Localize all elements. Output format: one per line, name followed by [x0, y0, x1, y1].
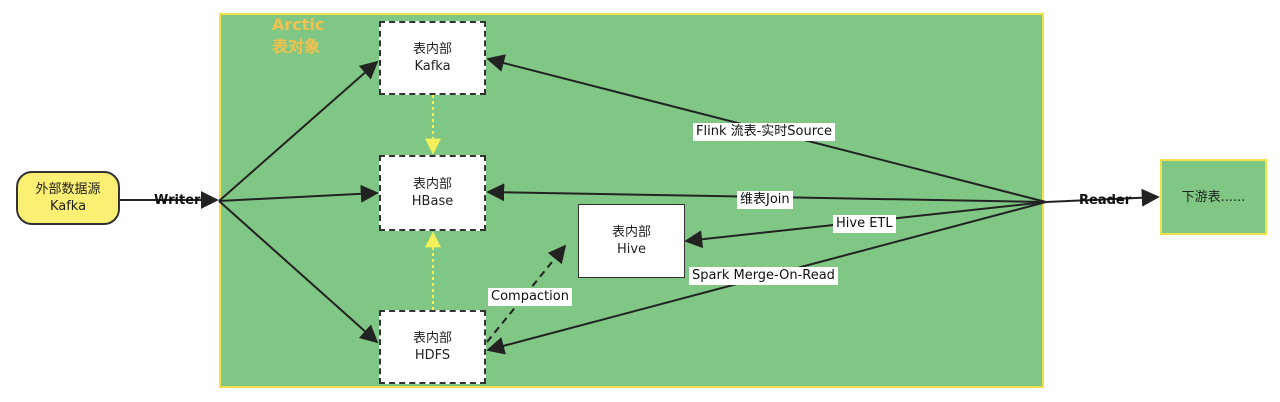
label-reader: Reader [1079, 193, 1132, 208]
node-hbase: 表内部 HBase [379, 155, 486, 231]
label-dim-join: 维表Join [737, 191, 793, 209]
node-kafka-line1: 表内部 [412, 42, 452, 57]
label-compaction: Compaction [488, 288, 572, 306]
label-flink-stream: Flink 流表-实时Source [693, 123, 835, 141]
node-kafka-line2: Kafka [414, 59, 451, 74]
node-hive-line1: 表内部 [611, 225, 651, 240]
node-hive-line2: Hive [616, 242, 647, 257]
node-hbase-line2: HBase [411, 194, 454, 209]
node-hbase-line1: 表内部 [412, 177, 452, 192]
label-writer: Writer [154, 193, 201, 208]
node-kafka: 表内部 Kafka [379, 21, 486, 95]
node-external-kafka: 外部数据源 Kafka [16, 171, 120, 225]
node-hive: 表内部 Hive [578, 204, 685, 278]
node-hdfs-line1: 表内部 [412, 331, 452, 346]
label-hive-etl: Hive ETL [833, 215, 896, 233]
label-spark-merge-on-read: Spark Merge-On-Read [689, 267, 838, 285]
node-hdfs: 表内部 HDFS [379, 310, 486, 384]
edge-to-hbase [218, 184, 379, 203]
node-hdfs-line2: HDFS [414, 348, 451, 363]
node-external-line1: 外部数据源 [35, 182, 101, 197]
edge-to-kafka [218, 60, 379, 202]
edge-to-hdfs [218, 200, 379, 344]
node-downstream: 下游表...... [1160, 159, 1267, 235]
node-external-line2: Kafka [49, 199, 87, 214]
node-downstream-label: 下游表...... [1181, 189, 1246, 205]
